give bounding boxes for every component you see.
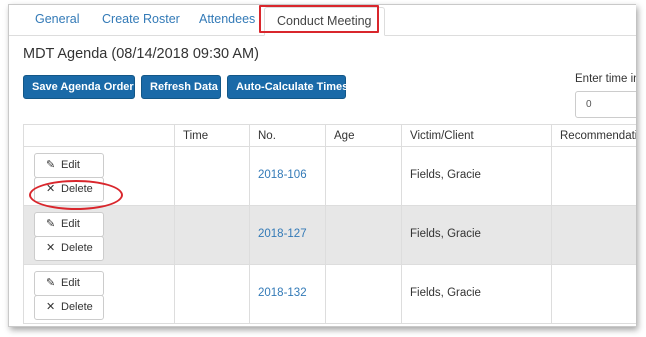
column-divider bbox=[325, 124, 326, 324]
tab-bar: General Create Roster Attendees Conduct … bbox=[9, 5, 636, 36]
cell-victim-client: Fields, Gracie bbox=[410, 169, 481, 181]
case-number-link[interactable]: 2018-127 bbox=[258, 228, 307, 240]
times-icon: ✕ bbox=[46, 301, 56, 313]
case-number-link[interactable]: 2018-132 bbox=[258, 287, 307, 299]
screenshot-frame: General Create Roster Attendees Conduct … bbox=[8, 4, 636, 327]
time-input-label: Enter time in bbox=[575, 73, 636, 85]
header-no: No. bbox=[258, 130, 276, 142]
page-title: MDT Agenda (08/14/2018 09:30 AM) bbox=[23, 46, 259, 62]
tab-create-roster[interactable]: Create Roster bbox=[102, 12, 180, 26]
times-icon: ✕ bbox=[46, 183, 56, 195]
pencil-icon: ✎ bbox=[46, 277, 56, 289]
table-row: ✎ Edit ✕ Delete 2018-106 Fields, Gracie bbox=[23, 147, 636, 206]
table-row: ✎ Edit ✕ Delete 2018-127 Fields, Gracie bbox=[23, 206, 636, 265]
pencil-icon: ✎ bbox=[46, 218, 56, 230]
header-victim-client: Victim/Client bbox=[410, 130, 474, 142]
table-header: Time No. Age Victim/Client Recommendatio bbox=[23, 124, 636, 147]
pencil-icon: ✎ bbox=[46, 159, 56, 171]
case-number-link[interactable]: 2018-106 bbox=[258, 169, 307, 181]
column-divider bbox=[551, 124, 552, 324]
time-input[interactable] bbox=[575, 91, 636, 118]
edit-button[interactable]: ✎ Edit bbox=[34, 212, 104, 237]
save-agenda-order-button[interactable]: Save Agenda Order bbox=[23, 75, 135, 99]
column-divider bbox=[249, 124, 250, 324]
tab-attendees[interactable]: Attendees bbox=[199, 12, 255, 26]
column-divider bbox=[401, 124, 402, 324]
column-divider bbox=[174, 124, 175, 324]
cell-victim-client: Fields, Gracie bbox=[410, 228, 481, 240]
delete-button[interactable]: ✕ Delete bbox=[34, 236, 104, 261]
header-time: Time bbox=[183, 130, 209, 142]
header-age: Age bbox=[334, 130, 355, 142]
header-recommendation: Recommendatio bbox=[560, 130, 636, 142]
delete-button[interactable]: ✕ Delete bbox=[34, 177, 104, 202]
edit-button[interactable]: ✎ Edit bbox=[34, 271, 104, 296]
refresh-data-button[interactable]: Refresh Data bbox=[141, 75, 221, 99]
table-row: ✎ Edit ✕ Delete 2018-132 Fields, Gracie bbox=[23, 265, 636, 324]
delete-button[interactable]: ✕ Delete bbox=[34, 295, 104, 320]
tab-general[interactable]: General bbox=[35, 12, 79, 26]
tab-conduct-meeting[interactable]: Conduct Meeting bbox=[264, 7, 385, 36]
auto-calculate-times-button[interactable]: Auto-Calculate Times bbox=[227, 75, 348, 99]
edit-button[interactable]: ✎ Edit bbox=[34, 153, 104, 178]
times-icon: ✕ bbox=[46, 242, 56, 254]
cell-victim-client: Fields, Gracie bbox=[410, 287, 481, 299]
